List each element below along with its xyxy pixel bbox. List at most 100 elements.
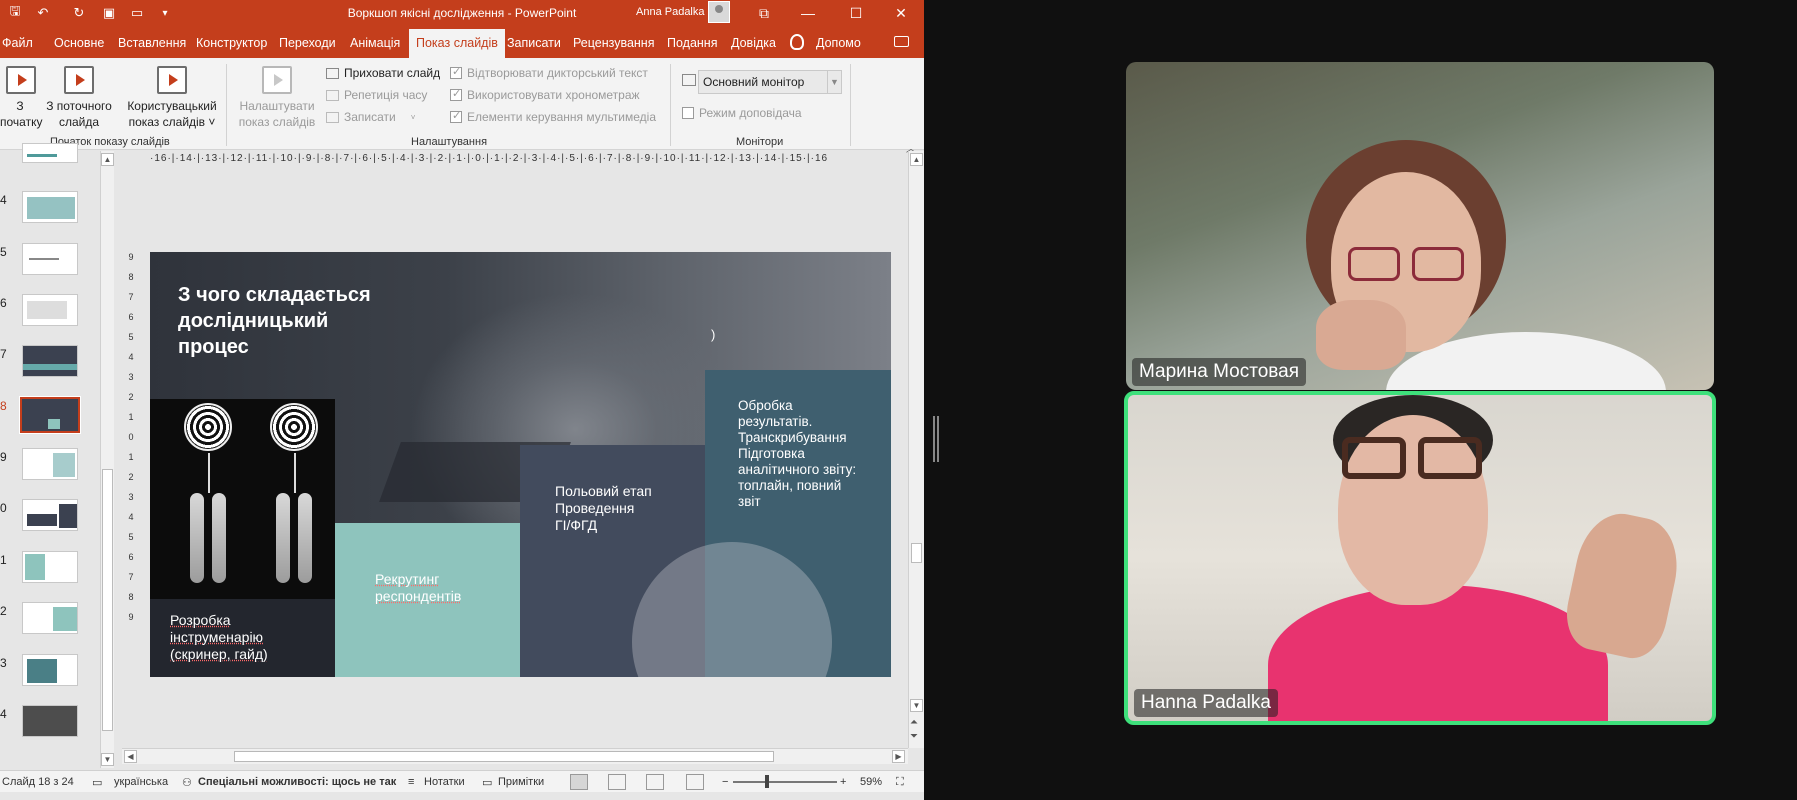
tab-file[interactable]: Файл [2, 36, 33, 50]
hide-slide-button[interactable]: Приховати слайд [326, 66, 440, 80]
notes-icon[interactable]: ≡ [408, 776, 414, 788]
thumbnail-item[interactable]: 2 [0, 602, 100, 638]
tab-home[interactable]: Основне [54, 36, 104, 50]
zoom-out-icon[interactable]: − [722, 776, 728, 788]
accessibility-status[interactable]: Спеціальні можливості: щось не так [198, 776, 396, 788]
tab-design[interactable]: Конструктор [196, 36, 267, 50]
scroll-down-icon[interactable]: ▼ [101, 753, 114, 766]
reading-view-icon[interactable] [646, 774, 664, 790]
scrollbar-thumb[interactable] [102, 469, 113, 731]
tab-animations[interactable]: Анімація [350, 36, 400, 50]
minimize-icon[interactable]: — [794, 3, 822, 23]
thumbnail-item[interactable] [0, 143, 100, 187]
tab-record[interactable]: Записати [507, 36, 561, 50]
tab-help[interactable]: Довідка [731, 36, 776, 50]
slide-scrollbar[interactable]: ▲ ▼ ⏶ ⏷ [908, 151, 924, 748]
tab-tell-me[interactable]: Допомо [816, 36, 861, 50]
tab-review[interactable]: Рецензування [573, 36, 654, 50]
thumbnail-item-selected[interactable]: 8 [0, 396, 100, 434]
participant-video-1[interactable]: Марина Мостовая [1126, 62, 1714, 390]
thumbnail-item[interactable]: 3 [0, 654, 100, 690]
comment-icon[interactable] [894, 36, 909, 47]
from-beginning-button[interactable]: З початку [0, 66, 42, 130]
scrollbar-thumb[interactable] [911, 543, 922, 563]
scrollbar-thumb[interactable] [234, 751, 774, 762]
slide-thumbnail[interactable] [22, 294, 78, 326]
horizontal-scrollbar[interactable]: ◀ ▶ [122, 748, 908, 764]
from-current-button[interactable]: З поточного слайда [42, 66, 116, 130]
thumbnail-item[interactable]: 0 [0, 499, 100, 535]
slide-thumbnail[interactable] [22, 448, 78, 480]
ribbon-display-icon[interactable]: ⧉ [750, 3, 778, 23]
group-label-setup: Налаштування [411, 136, 488, 148]
slide-thumbnail[interactable] [22, 705, 78, 737]
normal-view-icon[interactable] [570, 774, 588, 790]
close-icon[interactable]: ✕ [887, 3, 915, 23]
zoom-slider-knob[interactable] [765, 775, 769, 788]
spellcheck-icon[interactable]: ▭ [92, 776, 102, 789]
slide-title[interactable]: З чого складається дослідницький процес [178, 282, 438, 360]
comments-icon[interactable]: ▭ [482, 776, 492, 789]
tab-view[interactable]: Подання [667, 36, 717, 50]
slide-sorter-icon[interactable] [608, 774, 626, 790]
slide-thumbnail[interactable] [22, 143, 78, 163]
tab-transitions[interactable]: Переходи [279, 36, 336, 50]
scroll-down-icon[interactable]: ▼ [910, 699, 923, 712]
step-block-recruiting[interactable]: Рекрутинг респондентів [335, 523, 520, 677]
scroll-left-icon[interactable]: ◀ [124, 750, 137, 763]
slide-thumbnail[interactable] [22, 345, 78, 377]
custom-show-button[interactable]: Користувацький показ слайдів ˅ [124, 66, 220, 130]
use-timings-checkbox[interactable]: Використовувати хронометраж [450, 87, 640, 102]
thumbnail-item[interactable]: 5 [0, 243, 100, 279]
slideshow-view-icon[interactable] [686, 774, 704, 790]
setup-show-button[interactable]: Налаштувати показ слайдів [234, 66, 320, 130]
slide-thumbnail[interactable] [22, 243, 78, 275]
maximize-icon[interactable]: ☐ [842, 3, 870, 23]
monitor-dropdown[interactable]: Основний монітор ▼ [698, 70, 842, 94]
slide-canvas[interactable]: З чого складається дослідницький процес … [150, 252, 891, 677]
zoom-level[interactable]: 59% [860, 776, 882, 788]
thumbnail-item[interactable]: 4 [0, 705, 100, 741]
scroll-up-icon[interactable]: ▲ [101, 153, 114, 166]
scroll-up-icon[interactable]: ▲ [910, 153, 923, 166]
glasses-shape [1412, 247, 1464, 281]
slide-thumbnail[interactable] [19, 396, 81, 434]
tab-slideshow[interactable]: Показ слайдів [409, 29, 505, 58]
thumbnail-item[interactable]: 1 [0, 551, 100, 587]
participant-video-2-active[interactable]: Hanna Padalka [1124, 391, 1716, 725]
slide-thumbnail[interactable] [22, 602, 78, 634]
slide-thumbnail[interactable] [22, 551, 78, 583]
step-block-toolkit[interactable]: Розробка інструменарію (скринер, гайд) [150, 399, 335, 677]
slide-thumbnail[interactable] [22, 499, 78, 531]
zoom-slider[interactable] [733, 781, 837, 783]
ruler-tick: 2 [128, 472, 134, 482]
slide-thumbnail[interactable] [22, 654, 78, 686]
record-button[interactable]: Записати ˅ [326, 110, 415, 124]
avatar[interactable] [708, 1, 730, 23]
play-narrations-checkbox[interactable]: Відтворювати дикторський текст [450, 65, 648, 80]
comments-button[interactable]: Примітки [498, 776, 544, 788]
rehearse-timings-button[interactable]: Репетиція часу [326, 88, 427, 102]
from-current-label: З поточного слайда [46, 99, 112, 129]
notes-button[interactable]: Нотатки [424, 776, 465, 788]
thumbnail-scrollbar[interactable]: ▲ ▼ [100, 151, 114, 768]
lightbulb-icon[interactable] [790, 34, 804, 50]
thumbnail-item[interactable]: 9 [0, 448, 100, 484]
scroll-right-icon[interactable]: ▶ [892, 750, 905, 763]
presenter-view-checkbox[interactable]: Режим доповідача [682, 106, 802, 120]
thumbnail-item[interactable]: 6 [0, 294, 100, 330]
previous-slide-icon[interactable]: ⏶ [910, 717, 918, 728]
zoom-in-icon[interactable]: + [840, 776, 846, 788]
language-status[interactable]: українська [114, 776, 168, 788]
next-slide-icon[interactable]: ⏷ [910, 731, 918, 742]
tab-insert[interactable]: Вставлення [118, 36, 186, 50]
media-controls-checkbox[interactable]: Елементи керування мультимедіа [450, 109, 656, 124]
slide-thumbnail[interactable] [22, 191, 78, 223]
fit-to-window-icon[interactable]: ⛶ [896, 776, 904, 789]
powerpoint-window: 🖫 ↶ ↻ ▣ ▭ ▾ Воркшоп якісні дослідження -… [0, 0, 924, 800]
thumbnail-item[interactable]: 7 [0, 345, 100, 381]
thumbnail-item[interactable]: 4 [0, 191, 100, 227]
user-name[interactable]: Anna Padalka [636, 6, 705, 18]
accessibility-icon[interactable]: ⚇ [182, 776, 192, 789]
split-handle[interactable] [933, 416, 939, 462]
